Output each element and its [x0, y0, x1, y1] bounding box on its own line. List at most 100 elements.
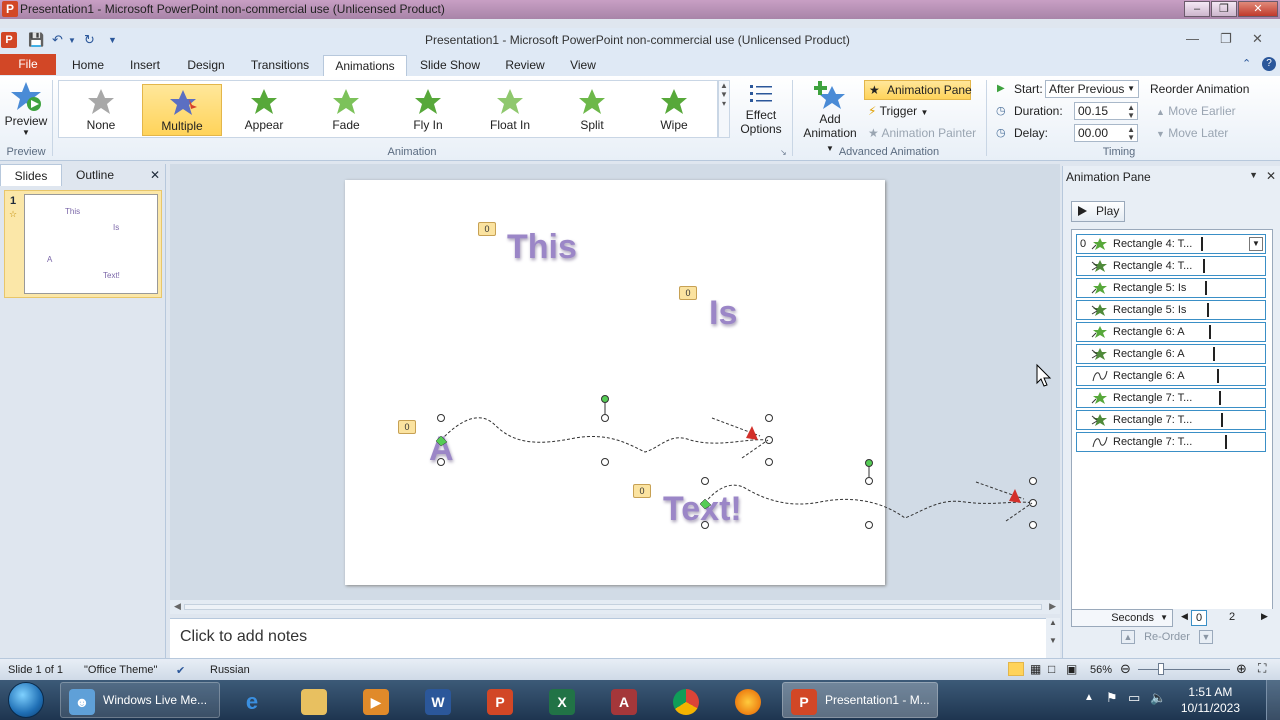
notes-scrollbar[interactable]: ▲ ▼	[1046, 618, 1060, 658]
dialog-launcher-icon[interactable]: ↘	[780, 148, 787, 157]
taskbar-powerpoint[interactable]: P	[474, 682, 526, 718]
taskbar-word[interactable]: W	[412, 682, 464, 718]
animation-appear[interactable]: Appear	[224, 84, 304, 136]
slide[interactable]: This Is A Text! 0 0 0 0	[345, 180, 885, 585]
timing-bar[interactable]	[1219, 391, 1221, 405]
animation-list-item[interactable]: Rectangle 7: T...	[1076, 410, 1266, 430]
language[interactable]: Russian	[210, 664, 250, 676]
show-desktop-button[interactable]	[1266, 680, 1280, 720]
delay-input[interactable]: 00.00 ▲ ▼	[1074, 124, 1138, 142]
taskbar-media[interactable]: ▶	[350, 682, 402, 718]
timing-bar[interactable]	[1213, 347, 1215, 361]
trigger-button[interactable]: ⚡ Trigger ▼	[868, 104, 928, 118]
tab-insert[interactable]: Insert	[120, 55, 170, 76]
tray-expand-icon[interactable]: ▲	[1084, 692, 1094, 703]
taskbar-chrome[interactable]	[660, 682, 712, 718]
tab-animations[interactable]: Animations	[323, 55, 407, 76]
animation-list-item[interactable]: Rectangle 6: A	[1076, 366, 1266, 386]
app-menu-icon[interactable]: P	[1, 32, 17, 48]
animation-list-item[interactable]: Rectangle 5: Is	[1076, 278, 1266, 298]
effect-options-button[interactable]: Effect Options	[736, 82, 786, 136]
slide-text-a[interactable]: A	[429, 430, 454, 469]
taskbar-windows-live[interactable]: ☻ Windows Live Me...	[60, 682, 220, 718]
timing-bar[interactable]	[1221, 413, 1223, 427]
save-icon[interactable]: 💾	[28, 32, 44, 48]
start-button[interactable]	[8, 682, 44, 718]
animation-pane-button[interactable]: ★ Animation Pane	[864, 80, 972, 100]
clock[interactable]: 1:51 AM 10/11/2023	[1181, 684, 1240, 716]
zoom-slider-track[interactable]	[1138, 669, 1230, 670]
tab-design[interactable]: Design	[178, 55, 234, 76]
animation-multiple[interactable]: Multiple	[142, 84, 222, 136]
taskbar-explorer[interactable]	[288, 682, 340, 718]
delay-spinner[interactable]: ▲ ▼	[1127, 126, 1135, 142]
tab-outline[interactable]: Outline	[64, 164, 126, 186]
animation-list-item[interactable]: Rectangle 6: A	[1076, 344, 1266, 364]
reading-view-icon[interactable]: □	[1048, 662, 1055, 676]
taskbar-ie[interactable]: e	[226, 682, 278, 718]
taskbar-firefox[interactable]	[722, 682, 774, 718]
animation-split[interactable]: Split	[552, 84, 632, 136]
redo-icon[interactable]: ↻	[84, 32, 95, 48]
animation-list-item[interactable]: Rectangle 4: T...	[1076, 256, 1266, 276]
timing-bar[interactable]	[1225, 435, 1227, 449]
animation-order-badge[interactable]: 0	[679, 286, 697, 300]
zoom-in-icon[interactable]: ⊕	[1236, 661, 1247, 677]
slideshow-view-icon[interactable]: ▣	[1066, 662, 1077, 676]
animation-float-in[interactable]: Float In	[470, 84, 550, 136]
timing-bar[interactable]	[1209, 325, 1211, 339]
duration-spinner[interactable]: ▲ ▼	[1127, 104, 1135, 120]
reorder-up-button[interactable]: ▲	[1121, 630, 1135, 644]
animation-list-item[interactable]: Rectangle 6: A	[1076, 322, 1266, 342]
timing-bar[interactable]	[1201, 237, 1203, 251]
tab-slide-show[interactable]: Slide Show	[414, 55, 486, 76]
animation-list-item[interactable]: 0 Rectangle 4: T... ▼	[1076, 234, 1266, 254]
seconds-dropdown[interactable]: Seconds ▼	[1071, 609, 1173, 627]
tab-view[interactable]: View	[562, 55, 604, 76]
timeline-left-icon[interactable]: ◀	[1181, 611, 1188, 622]
timing-bar[interactable]	[1217, 369, 1219, 383]
normal-view-icon[interactable]	[1008, 662, 1024, 676]
close-panel-icon[interactable]: ✕	[150, 168, 160, 182]
slide-text-this[interactable]: This	[507, 228, 577, 267]
add-animation-button[interactable]: Add Animation ▼	[800, 80, 860, 154]
help-icon[interactable]: ?	[1262, 57, 1276, 71]
move-earlier-button[interactable]: ▲ Move Earlier	[1156, 104, 1236, 118]
customize-toolbar-icon[interactable]: ▼	[108, 35, 117, 45]
restore-button[interactable]: ❐	[1211, 1, 1237, 17]
reorder-down-button[interactable]: ▼	[1198, 630, 1213, 644]
item-dropdown-icon[interactable]: ▼	[1249, 237, 1263, 251]
animation-painter-button[interactable]: ★ Animation Painter	[868, 126, 976, 140]
timing-bar[interactable]	[1203, 259, 1205, 273]
animation-list-item[interactable]: Rectangle 5: Is	[1076, 300, 1266, 320]
tab-file[interactable]: File	[0, 54, 56, 75]
collapse-ribbon-icon[interactable]: ⌃	[1242, 57, 1251, 70]
zoom-level[interactable]: 56%	[1090, 664, 1112, 676]
theme-name[interactable]: "Office Theme"	[84, 664, 157, 676]
tab-home[interactable]: Home	[64, 55, 112, 76]
animation-wipe[interactable]: Wipe	[634, 84, 714, 136]
undo-dropdown-icon[interactable]: ▼	[68, 36, 76, 45]
horizontal-scrollbar[interactable]: ◀ ▶	[170, 600, 1060, 614]
slide-thumbnail-container[interactable]: 1 ☆ This Is A Text!	[4, 190, 162, 298]
start-select[interactable]: After Previous ▼	[1045, 80, 1139, 98]
pane-options-icon[interactable]: ▼	[1249, 170, 1258, 180]
slide-sorter-icon[interactable]: ▦	[1030, 662, 1041, 676]
animation-order-badge[interactable]: 0	[398, 420, 416, 434]
volume-icon[interactable]: 🔈	[1150, 690, 1166, 706]
timing-bar[interactable]	[1207, 303, 1209, 317]
tab-transitions[interactable]: Transitions	[242, 55, 318, 76]
timeline-right-icon[interactable]: ▶	[1261, 611, 1268, 622]
duration-input[interactable]: 00.15 ▲ ▼	[1074, 102, 1138, 120]
close-button[interactable]: ✕	[1238, 1, 1278, 17]
gallery-scroll[interactable]: ▲ ▼ ▾	[718, 80, 730, 138]
close-pane-icon[interactable]: ✕	[1266, 169, 1276, 183]
move-later-button[interactable]: ▼ Move Later	[1156, 126, 1228, 140]
animation-order-badge[interactable]: 0	[478, 222, 496, 236]
slide-thumbnail[interactable]: This Is A Text!	[24, 194, 158, 294]
network-icon[interactable]: ▭	[1128, 690, 1140, 706]
play-button[interactable]: Play	[1071, 201, 1125, 222]
spelling-check-icon[interactable]: ✔	[176, 664, 185, 677]
slide-text-is[interactable]: Is	[709, 294, 737, 333]
ribbon-restore-icon[interactable]: ❐	[1220, 31, 1232, 47]
